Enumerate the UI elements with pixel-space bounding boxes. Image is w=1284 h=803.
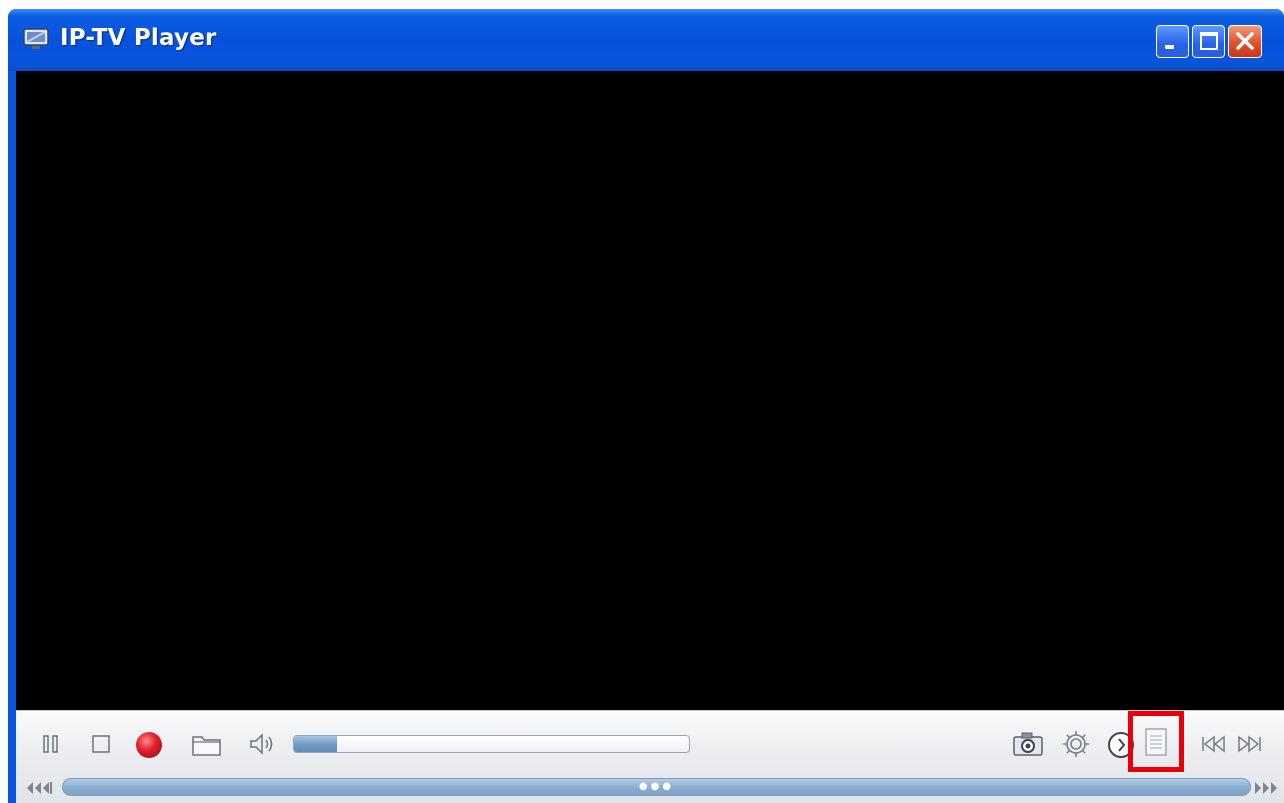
drag-handle-icon[interactable]: ●●● bbox=[639, 782, 674, 792]
window-title: IP-TV Player bbox=[60, 25, 217, 51]
rewind-icon bbox=[27, 782, 52, 794]
video-display[interactable] bbox=[16, 71, 1284, 710]
speaker-icon bbox=[250, 733, 273, 755]
next-channel-button[interactable] bbox=[1236, 735, 1262, 753]
skip-forward-icon bbox=[1238, 735, 1261, 753]
pause-icon bbox=[43, 735, 58, 753]
volume-slider[interactable] bbox=[293, 735, 690, 753]
open-file-button[interactable] bbox=[191, 733, 223, 757]
minimize-icon bbox=[1165, 45, 1174, 49]
maximize-icon bbox=[1200, 32, 1218, 50]
minimize-button[interactable] bbox=[1156, 25, 1189, 58]
skip-back-icon bbox=[1202, 735, 1225, 753]
fast-forward-button[interactable] bbox=[1252, 780, 1282, 796]
snapshot-button[interactable] bbox=[1012, 731, 1044, 757]
camera-icon bbox=[1013, 732, 1043, 756]
maximize-button[interactable] bbox=[1192, 25, 1225, 58]
settings-button[interactable] bbox=[1061, 729, 1091, 759]
playlist-icon bbox=[1145, 728, 1167, 756]
stop-icon bbox=[92, 735, 110, 753]
rewind-button[interactable] bbox=[24, 780, 58, 796]
playlist-button[interactable] bbox=[1144, 728, 1168, 756]
volume-level-fill bbox=[294, 736, 338, 752]
previous-channel-button[interactable] bbox=[1201, 735, 1227, 753]
close-icon bbox=[1236, 32, 1254, 50]
pause-button[interactable] bbox=[40, 733, 62, 755]
record-icon bbox=[136, 732, 162, 758]
control-bar: ●●● bbox=[16, 710, 1284, 803]
folder-icon bbox=[192, 736, 221, 756]
title-bar[interactable]: IP-TV Player bbox=[8, 9, 1284, 71]
record-button[interactable] bbox=[134, 730, 164, 760]
app-window: IP-TV Player ●●● bbox=[8, 9, 1284, 803]
fast-forward-icon bbox=[1255, 782, 1277, 794]
seek-bar[interactable]: ●●● bbox=[62, 778, 1251, 796]
mute-button[interactable] bbox=[248, 732, 276, 756]
tv-monitor-icon bbox=[22, 28, 50, 50]
close-button[interactable] bbox=[1228, 25, 1262, 58]
gear-icon bbox=[1063, 731, 1089, 757]
stop-button[interactable] bbox=[90, 733, 112, 755]
